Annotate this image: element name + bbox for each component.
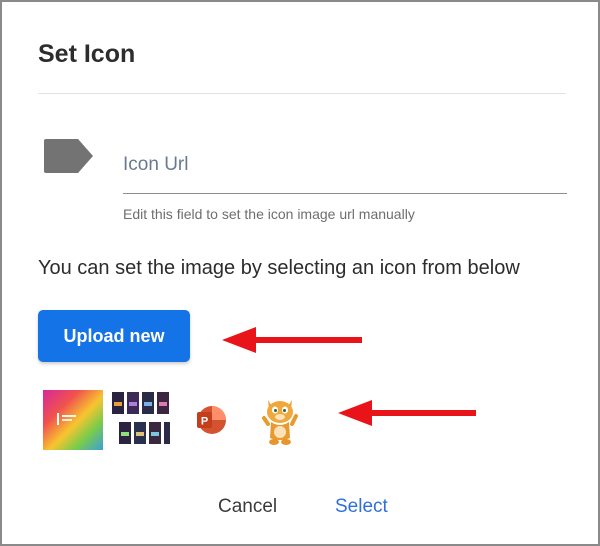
icon-url-input[interactable]: [123, 150, 563, 180]
instruction-text: You can set the image by selecting an ic…: [38, 257, 520, 279]
annotation-arrow-icons: [338, 400, 476, 426]
icon-url-helper-text: Edit this field to set the icon image ur…: [123, 206, 415, 222]
title-divider: [38, 93, 566, 94]
select-button[interactable]: Select: [335, 496, 388, 518]
icon-url-field[interactable]: [123, 144, 567, 194]
cartoon-cat-icon[interactable]: [260, 394, 300, 446]
cancel-button[interactable]: Cancel: [218, 496, 277, 518]
powerpoint-icon[interactable]: P: [195, 404, 227, 436]
annotation-arrow-upload: [222, 327, 362, 353]
upload-new-button[interactable]: Upload new: [38, 310, 190, 362]
dialog-title: Set Icon: [38, 40, 136, 68]
app-tiles-grid-icon[interactable]: [111, 390, 171, 450]
tag-icon: [44, 139, 93, 173]
gradient-app-icon[interactable]: [43, 390, 103, 450]
gradient-app-logo-icon: [57, 413, 76, 425]
set-icon-dialog: Set Icon Edit this field to set the icon…: [0, 0, 600, 546]
svg-text:P: P: [201, 416, 208, 428]
